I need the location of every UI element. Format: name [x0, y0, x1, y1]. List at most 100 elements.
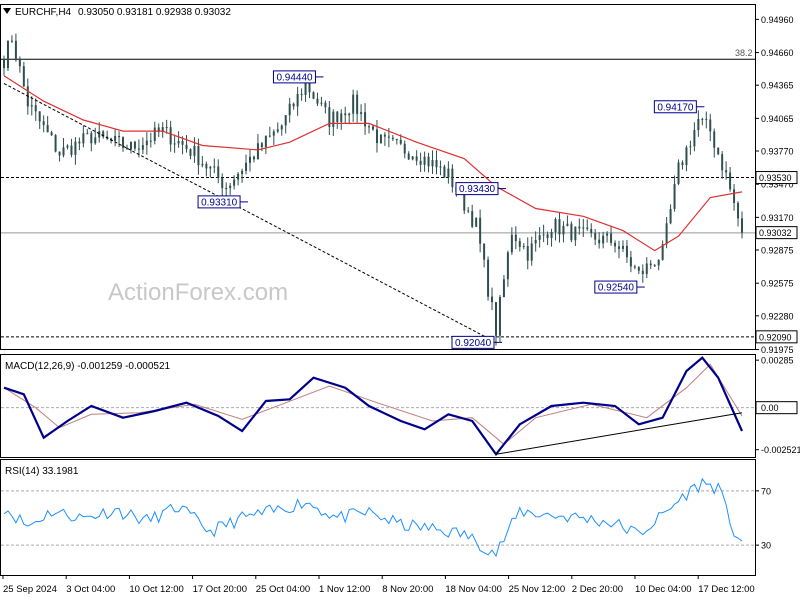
candle-body: [685, 147, 688, 166]
candle-body: [356, 94, 359, 114]
price-tick-label: 0.94660: [761, 48, 794, 58]
candle-body: [399, 139, 402, 144]
candle-body: [213, 166, 216, 168]
candle-body: [336, 111, 339, 122]
rsi-tick-label: 30: [761, 541, 771, 551]
rsi-title: RSI(14) 33.1981: [5, 466, 79, 477]
price-tag: 0.93530: [759, 173, 792, 183]
time-axis: 25 Sep 2024 3 Oct 04:00 10 Oct 12:00 17 Oct…: [2, 575, 755, 595]
candle-body: [598, 239, 601, 244]
candle-body: [260, 143, 263, 148]
candle-body: [419, 160, 422, 165]
candle-body: [46, 125, 49, 133]
time-tick-label: 10 Dec 04:00: [635, 584, 692, 595]
time-tick-label: 3 Oct 04:00: [66, 584, 115, 595]
time-tick-label: 25 Oct 04:00: [256, 584, 310, 595]
candle-body: [14, 40, 17, 59]
point-label: 0.94440: [276, 72, 313, 83]
candle-body: [98, 131, 101, 138]
candle-body: [74, 141, 77, 155]
candle-body: [594, 232, 597, 240]
candle-body: [197, 145, 200, 166]
candle-body: [86, 133, 89, 135]
candle-body: [90, 133, 93, 144]
candle-body: [276, 129, 279, 132]
macd-tick-label: 0.00285: [761, 356, 794, 366]
candle-body: [717, 147, 720, 155]
candle-body: [395, 139, 398, 141]
candle-body: [431, 160, 434, 167]
candle-body: [641, 270, 644, 275]
candle-body: [705, 118, 708, 120]
candle-body: [324, 102, 327, 108]
candle-body: [379, 134, 382, 144]
candle-body: [252, 156, 255, 160]
point-label: 0.92040: [455, 338, 492, 349]
candle-body: [10, 40, 13, 42]
candle-body: [201, 163, 204, 166]
candle-body: [741, 218, 743, 233]
candle-body: [70, 145, 73, 155]
candle-body: [54, 135, 57, 152]
candle-body: [62, 147, 65, 156]
candle-body: [653, 265, 656, 267]
candle-body: [657, 259, 660, 266]
candle-body: [570, 223, 573, 241]
candle-body: [189, 149, 192, 156]
candle-body: [526, 246, 529, 261]
candle-body: [364, 112, 367, 127]
candle-body: [217, 166, 220, 178]
candle-body: [629, 257, 632, 267]
candle-body: [491, 296, 494, 303]
time-tick-label: 25 Sep 2024: [3, 584, 57, 595]
price-axis: 0.949600.946600.943650.940650.937700.934…: [755, 15, 794, 355]
candle-body: [137, 148, 140, 150]
candle-body: [50, 132, 53, 136]
price-tick-label: 0.91975: [761, 345, 794, 355]
candle-body: [411, 156, 414, 160]
candle-body: [272, 131, 275, 136]
candle-body: [129, 141, 132, 150]
candle-body: [602, 235, 605, 244]
candle-body: [241, 170, 244, 174]
candle-body: [304, 81, 307, 95]
time-tick-label: 17 Oct 20:00: [193, 584, 247, 595]
eurchf-chart: EURCHF,H4 0.93050 0.93181 0.92938 0.9303…: [0, 4, 800, 595]
candle-body: [375, 129, 378, 144]
candle-body: [435, 160, 438, 168]
candle-body: [487, 259, 490, 297]
candle-body: [574, 226, 577, 241]
price-tick-label: 0.94365: [761, 81, 794, 91]
candle-body: [697, 119, 700, 131]
candle-body: [665, 223, 668, 245]
candle-body: [415, 156, 418, 161]
candle-body: [280, 125, 283, 130]
fib-level-label: 38.2: [735, 48, 753, 58]
candle-body: [78, 141, 81, 144]
candle-body: [582, 227, 585, 229]
candle-body: [368, 126, 371, 128]
candle-body: [344, 113, 347, 116]
candle-body: [451, 168, 454, 188]
candle-body: [709, 119, 712, 132]
candle-body: [308, 81, 311, 93]
candle-body: [177, 141, 180, 144]
candle-body: [352, 94, 355, 114]
candle-body: [495, 302, 497, 336]
candle-body: [625, 245, 628, 258]
candle-body: [18, 58, 21, 67]
candle-body: [649, 263, 652, 266]
candle-body: [546, 234, 549, 238]
symbol-info: EURCHF,H4: [15, 7, 72, 18]
candle-body: [562, 225, 565, 235]
macd-zero-tag: 0.00: [761, 403, 779, 413]
candle-body: [6, 40, 9, 69]
candle-body: [713, 131, 716, 148]
candle-body: [42, 121, 45, 126]
candle-body: [58, 151, 61, 156]
candle-body: [332, 111, 335, 127]
candle-body: [677, 162, 680, 184]
candle-body: [233, 179, 236, 186]
price-tick-label: 0.92575: [761, 279, 794, 289]
rsi-panel[interactable]: [0, 459, 756, 576]
